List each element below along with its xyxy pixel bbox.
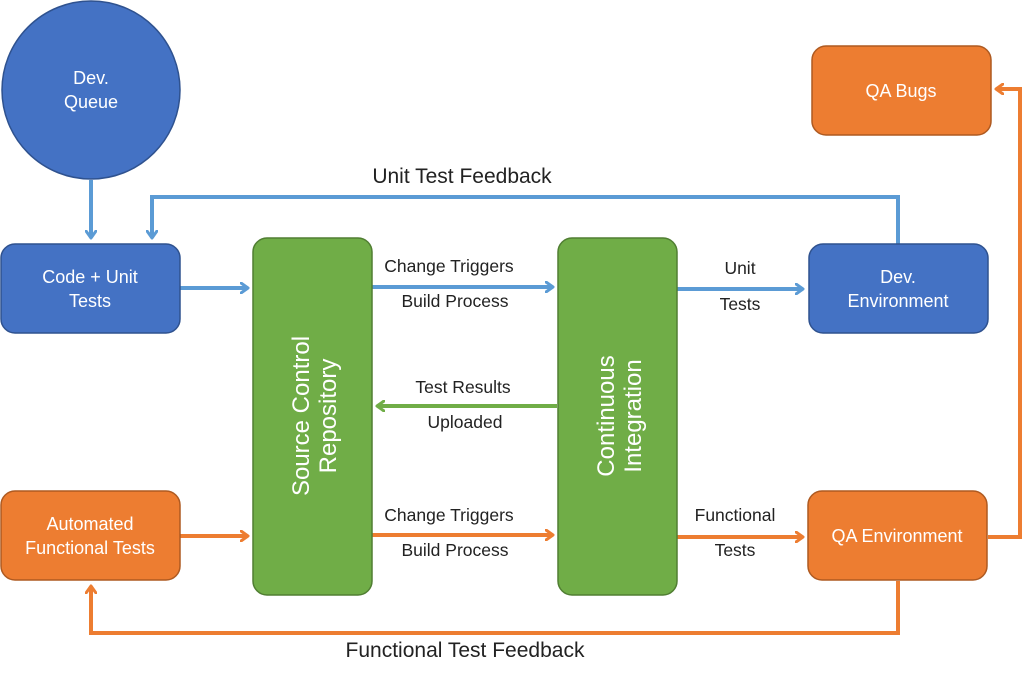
functional-tests-label-2: Tests [715, 540, 756, 560]
dev-queue-label-1: Dev. [73, 68, 109, 88]
change-triggers-top-label-1: Change Triggers [384, 256, 514, 276]
node-dev-environment[interactable]: Dev. Environment [808, 243, 989, 334]
change-triggers-bottom-label-1: Change Triggers [384, 505, 514, 525]
node-code-unit-tests[interactable]: Code + Unit Tests [0, 243, 181, 334]
test-results-label-2: Uploaded [428, 412, 503, 432]
edge-qa-env-to-qa-bugs [988, 89, 1022, 539]
dev-environment-label-2: Environment [847, 291, 948, 311]
functional-tests-label-1: Functional [695, 505, 776, 525]
edge-functional-test-feedback [91, 581, 900, 635]
node-qa-bugs[interactable]: QA Bugs [811, 45, 992, 136]
change-triggers-top-label-2: Build Process [402, 291, 509, 311]
functional-test-feedback-label: Functional Test Feedback [346, 639, 585, 662]
unit-tests-label-1: Unit [724, 258, 755, 278]
node-continuous-integration[interactable]: Continuous Integration [557, 237, 678, 596]
test-results-label-1: Test Results [415, 377, 511, 397]
source-control-label-1: Source Control [288, 336, 315, 496]
automated-functional-tests-label-2: Functional Tests [25, 538, 155, 558]
dev-environment-label-1: Dev. [880, 267, 916, 287]
qa-bugs-label: QA Bugs [865, 81, 936, 101]
change-triggers-bottom-label-2: Build Process [402, 540, 509, 560]
continuous-integration-label-1: Continuous [593, 355, 620, 476]
unit-tests-label-2: Tests [720, 294, 761, 314]
ci-workflow-diagram: Dev. Queue Code + Unit Tests Source Cont… [0, 0, 1022, 662]
continuous-integration-label-2: Integration [620, 359, 647, 472]
automated-functional-tests-label-1: Automated [46, 514, 133, 534]
node-qa-environment[interactable]: QA Environment [807, 490, 988, 581]
code-unit-tests-label-1: Code + Unit [42, 267, 138, 287]
node-dev-queue[interactable]: Dev. Queue [1, 0, 181, 180]
node-source-control-repository[interactable]: Source Control Repository [252, 237, 373, 596]
qa-environment-label: QA Environment [831, 526, 962, 546]
dev-queue-label-2: Queue [64, 92, 118, 112]
source-control-label-2: Repository [315, 359, 342, 474]
code-unit-tests-label-2: Tests [69, 291, 111, 311]
unit-test-feedback-label: Unit Test Feedback [372, 165, 552, 188]
node-automated-functional-tests[interactable]: Automated Functional Tests [0, 490, 181, 581]
edge-unit-test-feedback [152, 195, 900, 244]
